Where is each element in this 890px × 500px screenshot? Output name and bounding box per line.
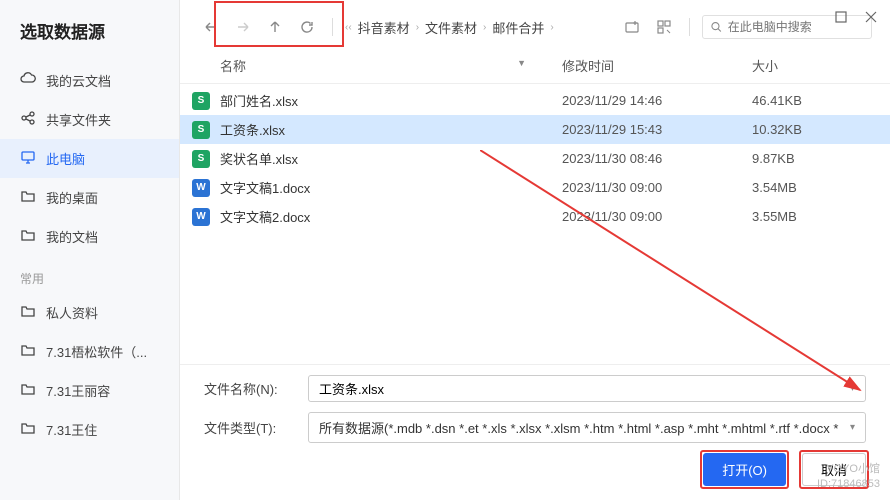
folder-icon [20, 188, 36, 207]
sidebar-item[interactable]: 此电脑 [0, 139, 179, 178]
up-icon[interactable] [262, 14, 288, 40]
chevron-down-icon[interactable]: ▾ [850, 422, 855, 433]
col-date[interactable]: 修改时间 [562, 56, 752, 75]
share-icon [20, 110, 36, 129]
file-row[interactable]: W 文字文稿2.docx2023/11/30 09:003.55MB [180, 202, 890, 231]
sidebar-item-label: 我的文档 [46, 227, 98, 246]
back-icon[interactable] [198, 14, 224, 40]
sidebar-item-label: 此电脑 [46, 149, 85, 168]
sidebar: 选取数据源 我的云文档共享文件夹此电脑我的桌面我的文档 常用 私人资料 7.31梧… [0, 0, 180, 500]
open-button[interactable]: 打开(O) [703, 453, 786, 486]
sidebar-item[interactable]: 7.31王住 [0, 410, 179, 449]
folder-icon [20, 381, 36, 400]
column-headers: 名称▼ 修改时间 大小 [180, 50, 890, 84]
sidebar-item[interactable]: 我的云文档 [0, 61, 179, 100]
col-name[interactable]: 名称▼ [220, 56, 562, 75]
filetype-value: 所有数据源(*.mdb *.dsn *.et *.xls *.xlsx *.xl… [319, 418, 850, 437]
file-type-icon: W [192, 208, 210, 226]
file-size: 3.55MB [752, 209, 872, 224]
breadcrumb-item[interactable]: 邮件合并 [492, 18, 544, 37]
breadcrumb-item[interactable]: 文件素材 [425, 18, 477, 37]
file-name: 文字文稿2.docx [220, 207, 562, 226]
sidebar-item-label: 7.31梧松软件（... [46, 342, 147, 361]
search-icon [711, 21, 722, 33]
file-name: 部门姓名.xlsx [220, 91, 562, 110]
chevron-down-icon[interactable]: ▾ [850, 383, 855, 394]
file-size: 10.32KB [752, 122, 872, 137]
sort-indicator-icon: ▼ [517, 58, 526, 68]
sidebar-item[interactable]: 私人资料 [0, 293, 179, 332]
chevron-right-icon: › [483, 22, 486, 33]
col-size[interactable]: 大小 [752, 56, 872, 75]
filetype-label: 文件类型(T): [204, 418, 294, 437]
file-type-icon: S [192, 121, 210, 139]
filename-field[interactable]: ▾ [308, 375, 866, 402]
cloud-icon [20, 71, 36, 90]
main-panel: ‹‹ 抖音素材 › 文件素材 › 邮件合并 › 名称▼ 修改时间 大小 S 部门姓名.xls… [180, 0, 890, 500]
close-icon[interactable] [864, 10, 878, 24]
toolbar: ‹‹ 抖音素材 › 文件素材 › 邮件合并 › [180, 0, 890, 50]
file-type-icon: S [192, 150, 210, 168]
file-list: S 部门姓名.xlsx2023/11/29 14:4646.41KB S 工资条.xl… [180, 84, 890, 364]
filename-input[interactable] [319, 381, 850, 396]
file-name: 文字文稿1.docx [220, 178, 562, 197]
file-row[interactable]: S 工资条.xlsx2023/11/29 15:4310.32KB [180, 115, 890, 144]
sidebar-item[interactable]: 共享文件夹 [0, 100, 179, 139]
file-row[interactable]: S 奖状名单.xlsx2023/11/30 08:469.87KB [180, 144, 890, 173]
new-folder-icon[interactable] [619, 14, 645, 40]
file-type-icon: S [192, 92, 210, 110]
sidebar-item[interactable]: 我的桌面 [0, 178, 179, 217]
file-date: 2023/11/30 09:00 [562, 209, 752, 224]
folder-icon [20, 303, 36, 322]
file-date: 2023/11/29 15:43 [562, 122, 752, 137]
file-date: 2023/11/30 08:46 [562, 151, 752, 166]
section-label: 常用 [0, 256, 179, 293]
sidebar-item-label: 共享文件夹 [46, 110, 111, 129]
file-row[interactable]: W 文字文稿1.docx2023/11/30 09:003.54MB [180, 173, 890, 202]
chevron-right-icon: › [416, 22, 419, 33]
file-date: 2023/11/30 09:00 [562, 180, 752, 195]
sidebar-item-label: 我的云文档 [46, 71, 111, 90]
monitor-icon [20, 149, 36, 168]
chevron-right-icon: › [550, 22, 553, 33]
watermark: YOYO小馆 [826, 460, 880, 476]
bottom-panel: 文件名称(N): ▾ 文件类型(T): 所有数据源(*.mdb *.dsn *.… [180, 364, 890, 500]
file-name: 工资条.xlsx [220, 120, 562, 139]
file-row[interactable]: S 部门姓名.xlsx2023/11/29 14:4646.41KB [180, 86, 890, 115]
folder-icon [20, 342, 36, 361]
breadcrumb: 抖音素材 › 文件素材 › 邮件合并 › [358, 18, 613, 37]
forward-icon[interactable] [230, 14, 256, 40]
watermark: ID:71846853 [817, 478, 880, 490]
sidebar-item-label: 我的桌面 [46, 188, 98, 207]
file-size: 3.54MB [752, 180, 872, 195]
breadcrumb-prefix-icon: ‹‹ [345, 22, 352, 33]
file-name: 奖状名单.xlsx [220, 149, 562, 168]
sidebar-item[interactable]: 7.31梧松软件（... [0, 332, 179, 371]
breadcrumb-item[interactable]: 抖音素材 [358, 18, 410, 37]
file-size: 46.41KB [752, 93, 872, 108]
dialog-title: 选取数据源 [0, 18, 179, 61]
file-size: 9.87KB [752, 151, 872, 166]
file-date: 2023/11/29 14:46 [562, 93, 752, 108]
sidebar-item-label: 7.31王丽容 [46, 381, 110, 400]
file-type-icon: W [192, 179, 210, 197]
refresh-icon[interactable] [294, 14, 320, 40]
view-icon[interactable] [651, 14, 677, 40]
sidebar-item[interactable]: 我的文档 [0, 217, 179, 256]
sidebar-item-label: 私人资料 [46, 303, 98, 322]
maximize-icon[interactable] [834, 10, 848, 24]
folder-icon [20, 420, 36, 439]
sidebar-item[interactable]: 7.31王丽容 [0, 371, 179, 410]
sidebar-item-label: 7.31王住 [46, 420, 97, 439]
folder-icon [20, 227, 36, 246]
filename-label: 文件名称(N): [204, 379, 294, 398]
filetype-field[interactable]: 所有数据源(*.mdb *.dsn *.et *.xls *.xlsx *.xl… [308, 412, 866, 443]
